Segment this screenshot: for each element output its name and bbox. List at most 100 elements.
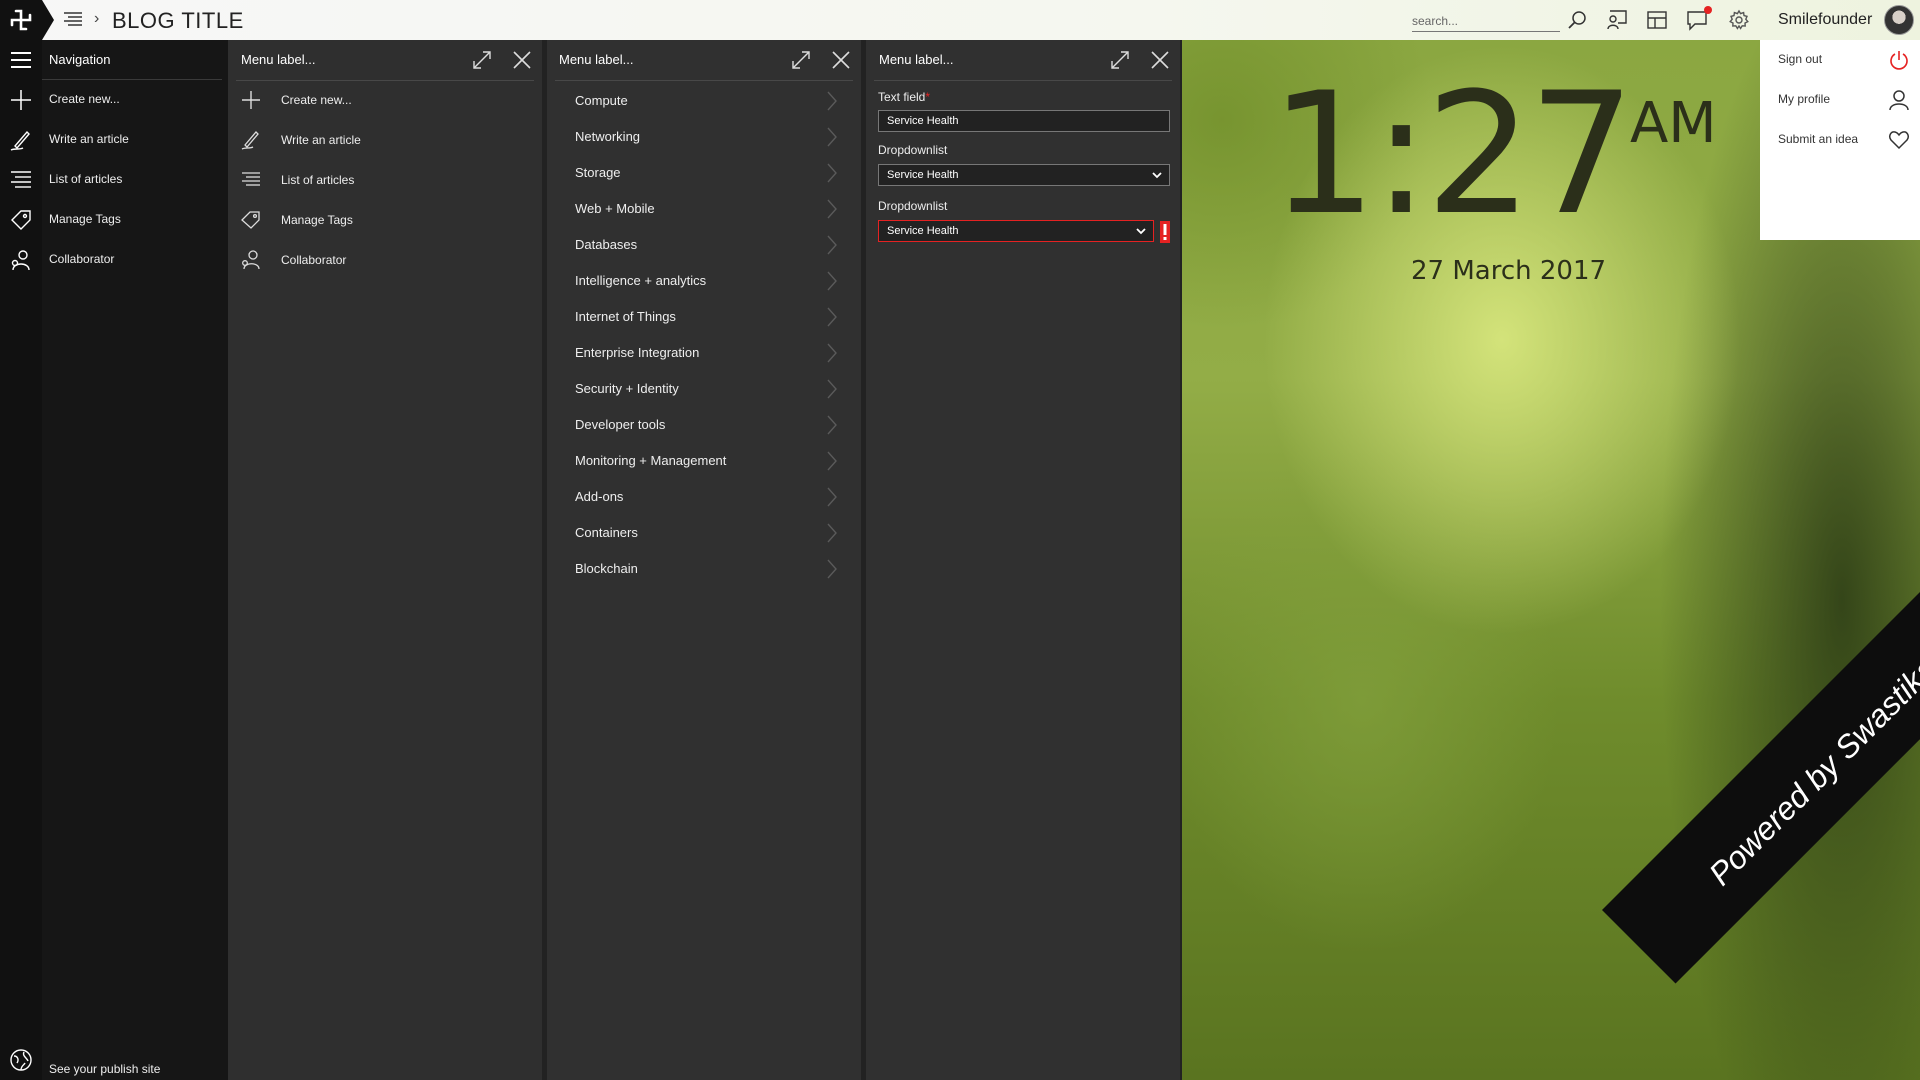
logo[interactable] (0, 0, 54, 40)
nav-item-label: Manage Tags (49, 212, 121, 226)
publish-site-link[interactable]: See your publish site (42, 1060, 228, 1080)
gear-icon[interactable] (1728, 9, 1750, 31)
category-item[interactable]: Compute (547, 82, 861, 118)
category-label: Web + Mobile (575, 201, 655, 216)
category-label: Enterprise Integration (575, 345, 700, 360)
category-label: Compute (575, 93, 628, 108)
sign-out-item[interactable]: Sign out (1760, 40, 1920, 80)
expand-icon[interactable] (471, 49, 493, 71)
category-item[interactable]: Security + Identity (547, 370, 861, 406)
chevron-down-icon (1152, 172, 1162, 179)
submit-idea-item[interactable]: Submit an idea (1760, 120, 1920, 160)
hamburger-icon[interactable] (9, 48, 33, 72)
category-item[interactable]: Networking (547, 118, 861, 154)
close-icon[interactable] (511, 49, 533, 71)
dropdown-label: Dropdownlist (878, 143, 948, 157)
search-icon[interactable] (1566, 9, 1588, 31)
chevron-right-icon (827, 307, 837, 327)
pen-icon (241, 131, 259, 150)
menu-item-label: Create new... (281, 93, 352, 107)
text-field-label: Text field* (878, 90, 930, 104)
username[interactable]: Smilefounder (1778, 11, 1872, 29)
menu-list-icon[interactable] (62, 11, 84, 29)
text-field-input[interactable] (878, 110, 1170, 132)
top-bar: › BLOG TITLE Smilefounder (0, 0, 1920, 40)
text-field-label-text: Text field (878, 90, 926, 104)
chevron-right-icon (827, 523, 837, 543)
panel-header: Menu label... (866, 40, 1180, 80)
menu-item-label: Collaborator (281, 253, 347, 267)
category-label: Storage (575, 165, 621, 180)
panel-header: Menu label... (547, 40, 861, 80)
tag-icon (241, 211, 260, 229)
error-icon (1160, 221, 1170, 243)
heart-icon (1889, 131, 1909, 150)
divider (555, 80, 853, 81)
user-menu-label: My profile (1778, 92, 1831, 106)
menu-item-write-article[interactable]: Write an article (228, 120, 542, 160)
dropdown-label: Dropdownlist (878, 199, 948, 213)
category-item[interactable]: Internet of Things (547, 298, 861, 334)
avatar[interactable] (1884, 5, 1914, 35)
pen-icon[interactable] (9, 128, 33, 152)
chevron-right-icon (827, 343, 837, 363)
powered-by-ribbon: Powered by Swastika I/O (1602, 514, 1920, 984)
menu-item-manage-tags[interactable]: Manage Tags (228, 200, 542, 240)
icon-rail (0, 40, 42, 1080)
category-item[interactable]: Containers (547, 514, 861, 550)
publish-site-label: See your publish site (49, 1062, 161, 1076)
category-label: Security + Identity (575, 381, 679, 396)
category-item[interactable]: Intelligence + analytics (547, 262, 861, 298)
plus-icon[interactable] (9, 88, 33, 112)
chevron-right-icon (827, 379, 837, 399)
category-item[interactable]: Storage (547, 154, 861, 190)
category-label: Internet of Things (575, 309, 676, 324)
expand-icon[interactable] (790, 49, 812, 71)
globe-icon[interactable] (9, 1048, 33, 1072)
search-input[interactable] (1412, 12, 1560, 30)
category-item[interactable]: Add-ons (547, 478, 861, 514)
nav-item-create-new[interactable]: Create new... (42, 80, 228, 120)
category-item[interactable]: Blockchain (547, 550, 861, 586)
nav-item-label: Write an article (49, 132, 129, 146)
blog-title[interactable]: BLOG TITLE (112, 8, 244, 34)
list-icon[interactable] (9, 168, 33, 192)
chevron-right-icon (827, 91, 837, 111)
nav-item-write-article[interactable]: Write an article (42, 120, 228, 160)
presentation-icon[interactable] (1606, 9, 1628, 31)
panel-title: Menu label... (879, 52, 954, 67)
category-item[interactable]: Enterprise Integration (547, 334, 861, 370)
nav-item-list-articles[interactable]: List of articles (42, 160, 228, 200)
layout-icon[interactable] (1646, 9, 1668, 31)
nav-item-collaborator[interactable]: Collaborator (42, 240, 228, 280)
collaborator-icon[interactable] (9, 248, 33, 272)
nav-item-manage-tags[interactable]: Manage Tags (42, 200, 228, 240)
menu-item-list-articles[interactable]: List of articles (228, 160, 542, 200)
tag-icon[interactable] (9, 208, 33, 232)
menu-item-label: Manage Tags (281, 213, 353, 227)
menu-item-label: Write an article (281, 133, 361, 147)
menu-item-create-new[interactable]: Create new... (228, 80, 542, 120)
category-item[interactable]: Monitoring + Management (547, 442, 861, 478)
category-label: Monitoring + Management (575, 453, 727, 468)
category-item[interactable]: Web + Mobile (547, 190, 861, 226)
user-menu-label: Submit an idea (1778, 132, 1859, 146)
expand-icon[interactable] (1109, 49, 1131, 71)
power-icon (1890, 51, 1908, 70)
close-icon[interactable] (830, 49, 852, 71)
chevron-right-icon (827, 451, 837, 471)
logo-icon (10, 9, 32, 31)
chevron-right-icon (827, 487, 837, 507)
my-profile-item[interactable]: My profile (1760, 80, 1920, 120)
chevron-right-icon (827, 163, 837, 183)
dropdown-select-error[interactable]: Service Health (878, 220, 1154, 242)
close-icon[interactable] (1149, 49, 1171, 71)
menu-item-collaborator[interactable]: Collaborator (228, 240, 542, 280)
category-label: Add-ons (575, 489, 624, 504)
category-item[interactable]: Developer tools (547, 406, 861, 442)
category-item[interactable]: Databases (547, 226, 861, 262)
dropdown-select[interactable]: Service Health (878, 164, 1170, 186)
list-icon (242, 172, 260, 186)
category-label: Databases (575, 237, 638, 252)
category-label: Containers (575, 525, 638, 540)
